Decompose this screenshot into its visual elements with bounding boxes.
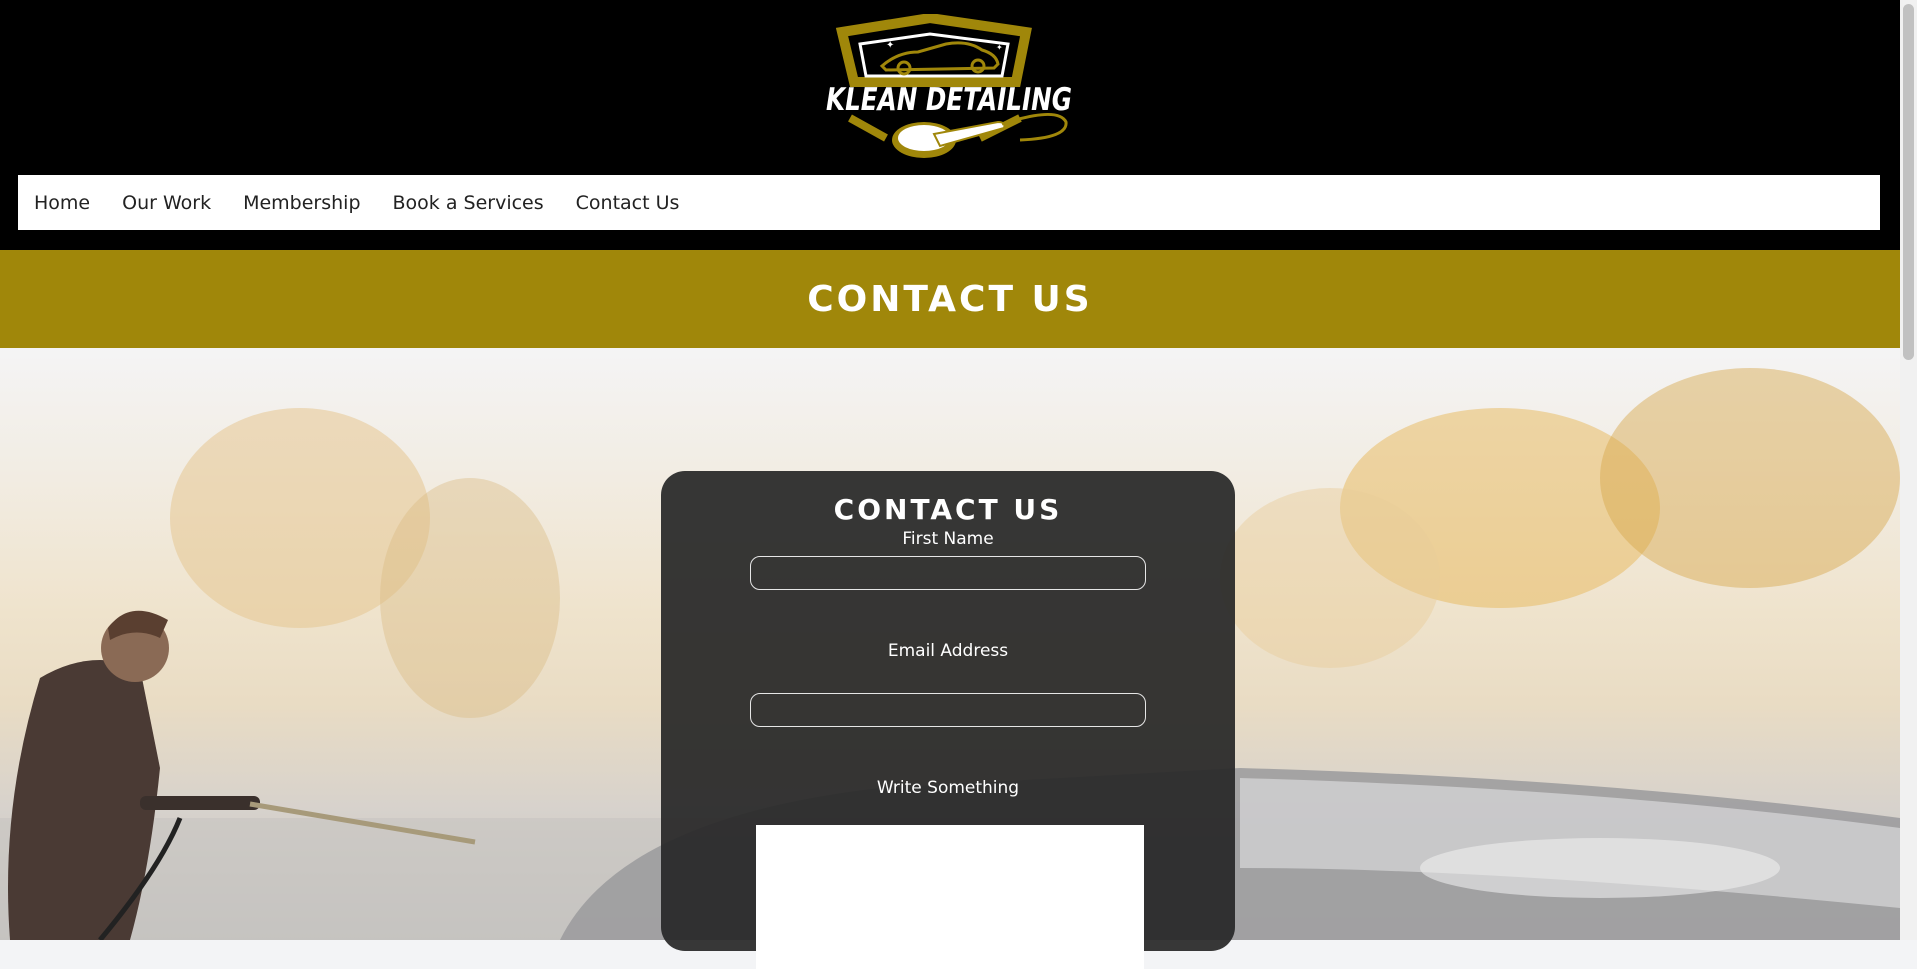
page-scrollbar[interactable] [1900, 0, 1917, 940]
message-label: Write Something [876, 778, 1020, 798]
message-field[interactable] [756, 825, 1144, 969]
brand-logo[interactable]: ✦ ✦ KLEAN DETAILING [820, 12, 1080, 170]
page-banner: CONTACT US [0, 250, 1900, 348]
nav-our-work[interactable]: Our Work [122, 192, 211, 214]
nav-membership[interactable]: Membership [243, 192, 360, 214]
nav-book-a-services[interactable]: Book a Services [393, 192, 544, 214]
first-name-label: First Name [902, 529, 994, 549]
svg-text:✦: ✦ [886, 40, 894, 51]
page-title: CONTACT US [807, 278, 1093, 320]
scrollbar-thumb[interactable] [1903, 4, 1914, 360]
site-header: ✦ ✦ KLEAN DETAILING Home Our Work Member… [0, 0, 1900, 250]
form-title: CONTACT US [833, 493, 1063, 526]
email-field[interactable] [750, 693, 1146, 727]
svg-text:✦: ✦ [996, 43, 1003, 52]
nav-home[interactable]: Home [34, 192, 90, 214]
contact-form-card: CONTACT US First Name Email Address Writ… [661, 471, 1235, 969]
main-nav: Home Our Work Membership Book a Services… [18, 175, 1880, 230]
email-label: Email Address [887, 641, 1009, 661]
logo-text: KLEAN DETAILING [826, 82, 1072, 118]
first-name-field[interactable] [750, 556, 1146, 590]
nav-contact-us[interactable]: Contact Us [576, 192, 680, 214]
